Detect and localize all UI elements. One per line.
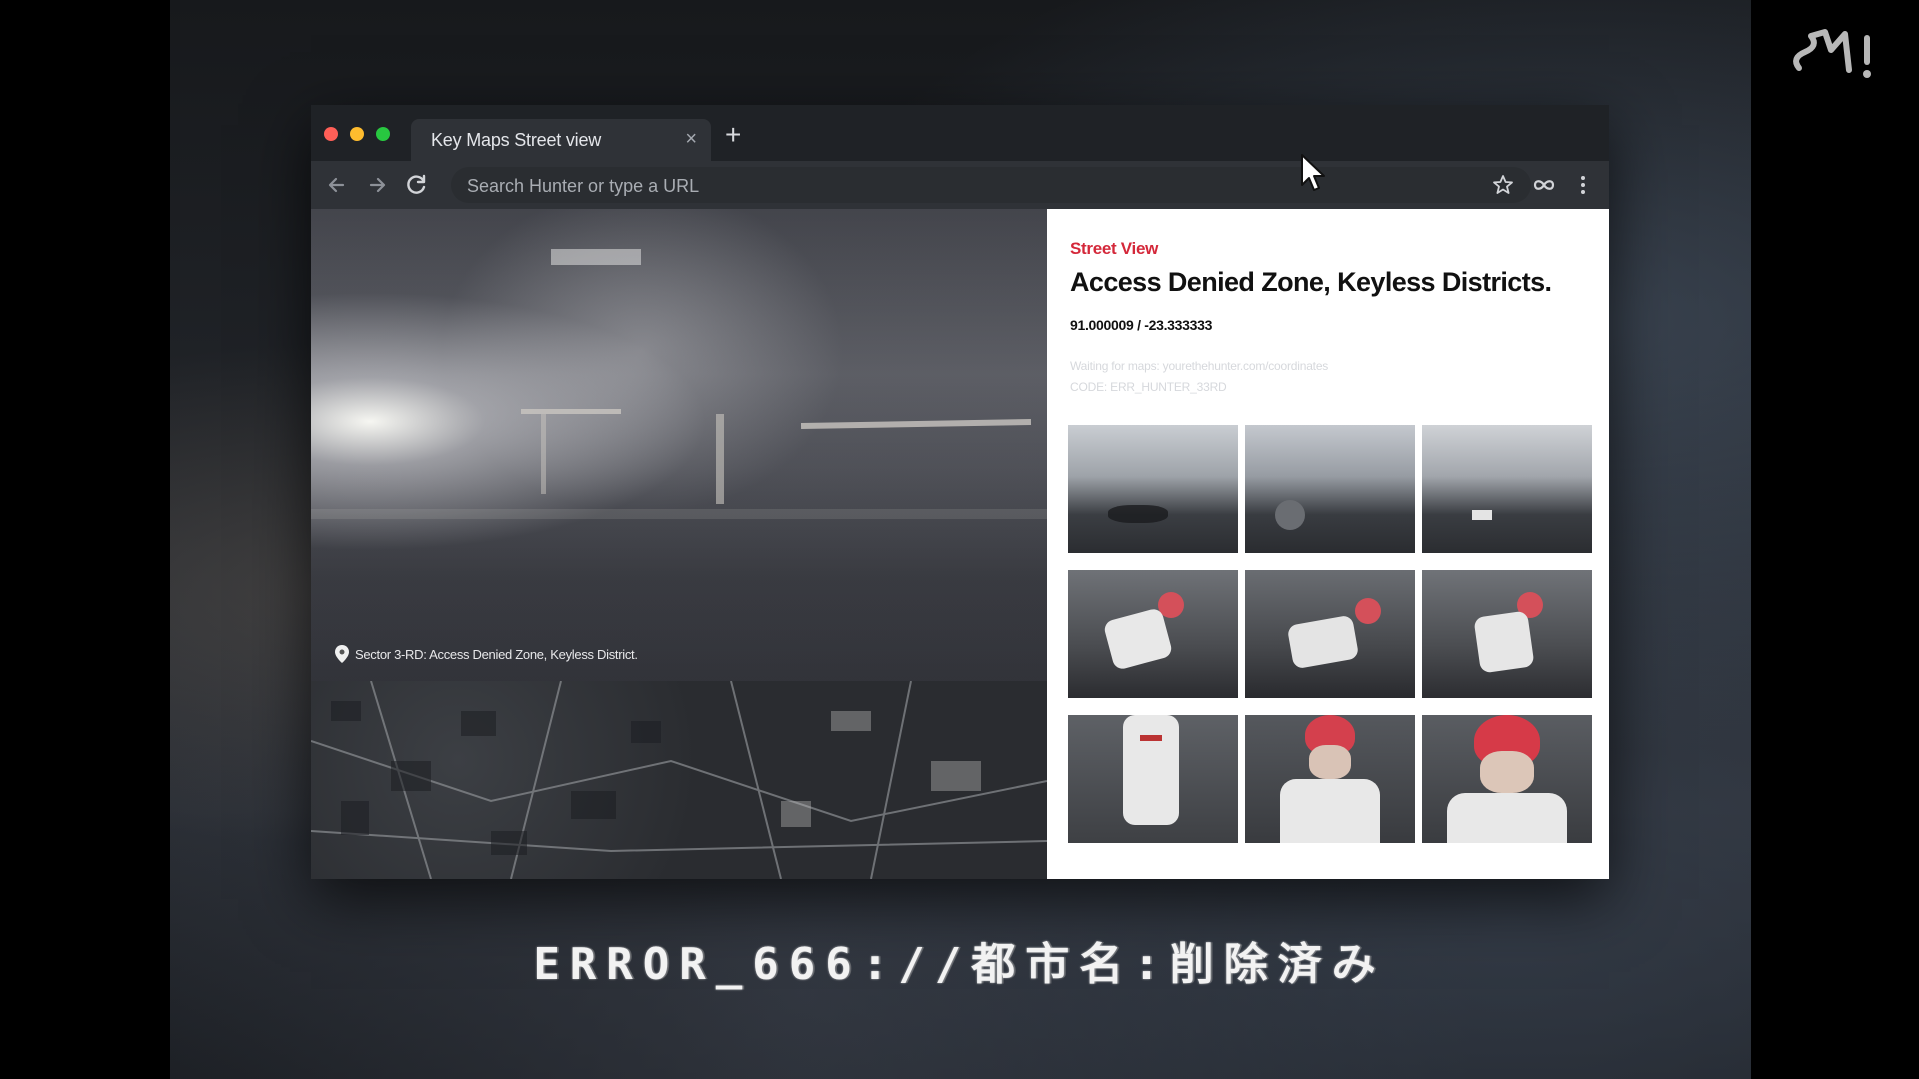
beam-shape xyxy=(716,414,724,504)
thumbnail-image[interactable] xyxy=(1245,570,1415,698)
thumbnail-image[interactable] xyxy=(1422,715,1592,843)
tab-key-maps[interactable]: Key Maps Street view × xyxy=(411,119,711,161)
panel-label: Street View xyxy=(1070,239,1159,258)
coordinates: 91.000009 / -23.333333 xyxy=(1070,317,1213,333)
thumbnail-image[interactable] xyxy=(1245,425,1415,553)
page-content: Sector 3-RD: Access Denied Zone, Keyless… xyxy=(311,209,1609,879)
beam-shape xyxy=(541,414,546,494)
figure-shape xyxy=(1275,500,1305,530)
thumbnail-image[interactable] xyxy=(1422,425,1592,553)
debris-shape xyxy=(551,249,641,265)
white-shirt-shape xyxy=(1102,607,1174,671)
sm-logo xyxy=(1793,29,1871,78)
tab-close-icon[interactable]: × xyxy=(685,127,697,151)
video-stage: Key Maps Street view × + Search Hunter o… xyxy=(0,0,1919,1079)
thumbnail-grid xyxy=(1068,425,1592,849)
arrow-right-icon[interactable] xyxy=(363,171,391,199)
white-shirt-shape xyxy=(1123,715,1179,825)
face-shape xyxy=(1309,745,1351,779)
browser-window: Key Maps Street view × + Search Hunter o… xyxy=(311,105,1609,879)
maximize-window-button[interactable] xyxy=(376,127,390,141)
close-window-button[interactable] xyxy=(324,127,338,141)
map-pin-icon xyxy=(335,645,349,663)
satellite-map[interactable] xyxy=(311,681,1047,879)
thumbnail-image[interactable] xyxy=(1068,715,1238,843)
browser-toolbar xyxy=(311,161,1609,209)
error-overlay-text: ERROR_666://都市名:削除済み xyxy=(533,939,1386,990)
beam-shape xyxy=(521,409,621,414)
street-view-info-panel: Street View Access Denied Zone, Keyless … xyxy=(1047,209,1609,879)
kebab-menu-icon[interactable] xyxy=(1569,171,1597,199)
faint-code-line: CODE: ERR_HUNTER_33RD xyxy=(1070,380,1227,394)
thumbnail-image[interactable] xyxy=(1422,570,1592,698)
white-shirt-shape xyxy=(1280,779,1380,843)
location-caption: Sector 3-RD: Access Denied Zone, Keyless… xyxy=(335,645,638,663)
infinity-icon[interactable] xyxy=(1530,171,1558,199)
thumbnail-image[interactable] xyxy=(1068,570,1238,698)
tab-bar: Key Maps Street view × + xyxy=(311,105,1609,161)
arrow-left-icon[interactable] xyxy=(323,171,351,199)
street-view-image[interactable]: Sector 3-RD: Access Denied Zone, Keyless… xyxy=(311,209,1047,681)
floor-shape xyxy=(311,509,1047,519)
new-tab-button[interactable]: + xyxy=(725,121,741,149)
shirt-print-shape xyxy=(1140,735,1162,741)
mouse-pointer-icon xyxy=(1301,154,1325,191)
faint-status-line: Waiting for maps: yourethehunter.com/coo… xyxy=(1070,359,1329,373)
white-shirt-shape xyxy=(1447,793,1567,843)
panel-title: Access Denied Zone, Keyless Districts. xyxy=(1070,267,1552,297)
face-shape xyxy=(1480,751,1534,793)
red-hair-shape xyxy=(1355,598,1381,624)
satellite-roads xyxy=(311,681,1047,879)
beam-shape xyxy=(800,418,1032,430)
thumbnail-image[interactable] xyxy=(1245,715,1415,843)
debris-shape xyxy=(1472,510,1492,520)
white-shirt-shape xyxy=(1473,610,1535,674)
white-shirt-shape xyxy=(1286,614,1360,670)
address-bar[interactable] xyxy=(451,167,1531,205)
minimize-window-button[interactable] xyxy=(350,127,364,141)
reload-icon[interactable] xyxy=(403,171,431,199)
star-icon[interactable] xyxy=(1489,171,1517,199)
location-caption-text: Sector 3-RD: Access Denied Zone, Keyless… xyxy=(355,646,638,662)
tab-title: Key Maps Street view xyxy=(431,130,602,150)
thumbnail-image[interactable] xyxy=(1068,425,1238,553)
debris-shape xyxy=(1108,505,1168,523)
